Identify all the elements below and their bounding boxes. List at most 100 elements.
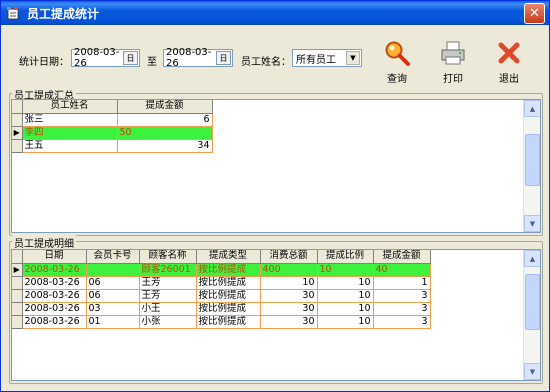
table-cell[interactable]: 2008-03-26 xyxy=(22,302,87,316)
row-selector[interactable] xyxy=(12,315,23,329)
employee-label: 员工姓名： xyxy=(241,57,291,68)
scroll-up-icon[interactable]: ▲ xyxy=(524,100,540,117)
summary-grid[interactable]: 员工姓名 提成金额 张三 6 ▶ 李四 50 王五 34 ▲ ▼ xyxy=(11,99,541,233)
column-header[interactable]: 提成类型 xyxy=(196,250,261,264)
table-row[interactable]: 张三 6 xyxy=(12,113,213,127)
table-cell[interactable]: 10 xyxy=(317,302,374,316)
table-cell[interactable]: 3 xyxy=(373,302,431,316)
red-x-icon xyxy=(498,42,520,64)
row-pointer-icon[interactable]: ▶ xyxy=(12,263,23,277)
table-row[interactable]: ▶ 2008-03-26 顾客26001 按比例提成 400 10 40 xyxy=(12,263,431,277)
table-cell[interactable]: 2008-03-26 xyxy=(22,289,87,303)
dropdown-arrow-icon[interactable]: ▼ xyxy=(346,51,360,65)
table-cell[interactable]: 按比例提成 xyxy=(196,263,261,277)
table-cell[interactable]: 王芳 xyxy=(139,276,197,290)
column-header[interactable]: 提成比例 xyxy=(317,250,374,264)
table-cell[interactable]: 张三 xyxy=(22,113,118,127)
table-cell[interactable]: 40 xyxy=(373,263,431,277)
table-cell[interactable]: 10 xyxy=(260,276,318,290)
row-selector[interactable] xyxy=(12,276,23,290)
row-selector[interactable] xyxy=(12,139,23,153)
row-selector[interactable] xyxy=(12,113,23,127)
table-row[interactable]: ▶ 李四 50 xyxy=(12,126,213,140)
table-cell[interactable]: 2008-03-26 xyxy=(22,276,87,290)
start-date-picker[interactable]: 2008-03-26 日 xyxy=(71,47,140,69)
table-row[interactable]: 2008-03-26 06 王芳 按比例提成 30 10 3 xyxy=(12,289,431,303)
table-cell[interactable]: 按比例提成 xyxy=(196,302,261,316)
scroll-thumb[interactable] xyxy=(525,134,540,186)
scroll-down-icon[interactable]: ▼ xyxy=(524,363,540,380)
table-cell[interactable]: 10 xyxy=(317,276,374,290)
table-row[interactable]: 王五 34 xyxy=(12,139,213,153)
start-date-value: 2008-03-26 xyxy=(74,47,120,69)
column-header[interactable]: 顾客名称 xyxy=(139,250,197,264)
row-header-corner xyxy=(12,250,23,264)
column-header[interactable]: 消费总额 xyxy=(260,250,318,264)
summary-table: 员工姓名 提成金额 张三 6 ▶ 李四 50 王五 34 xyxy=(12,100,213,153)
table-cell[interactable]: 李四 xyxy=(22,126,118,140)
row-pointer-icon[interactable]: ▶ xyxy=(12,126,23,140)
table-row[interactable]: 2008-03-26 06 王芳 按比例提成 10 10 1 xyxy=(12,276,431,290)
table-cell[interactable]: 30 xyxy=(260,289,318,303)
table-cell[interactable]: 10 xyxy=(317,315,374,329)
table-cell[interactable]: 2008-03-26 xyxy=(22,263,87,277)
table-cell[interactable]: 400 xyxy=(260,263,318,277)
column-header[interactable]: 员工姓名 xyxy=(22,100,118,114)
table-cell[interactable]: 按比例提成 xyxy=(196,315,261,329)
summary-header-row: 员工姓名 提成金额 xyxy=(12,100,213,114)
date-label: 统计日期： xyxy=(19,57,69,68)
title-bar[interactable]: 员工提成统计 ✕ xyxy=(1,1,549,25)
table-cell[interactable]: 小王 xyxy=(139,302,197,316)
print-button[interactable]: 打印 xyxy=(433,39,473,85)
table-cell[interactable]: 6 xyxy=(117,113,213,127)
detail-scrollbar[interactable]: ▲ ▼ xyxy=(523,250,540,380)
query-label: 查询 xyxy=(387,74,407,85)
column-header[interactable]: 会员卡号 xyxy=(86,250,140,264)
column-header[interactable]: 提成金额 xyxy=(117,100,213,114)
row-selector[interactable] xyxy=(12,289,23,303)
table-cell[interactable]: 06 xyxy=(86,276,140,290)
window-title: 员工提成统计 xyxy=(27,6,100,21)
employee-select[interactable]: 所有员工 ▼ xyxy=(292,49,362,67)
table-cell[interactable]: 王芳 xyxy=(139,289,197,303)
summary-scrollbar[interactable]: ▲ ▼ xyxy=(523,100,540,232)
detail-grid[interactable]: 日期 会员卡号 顾客名称 提成类型 消费总额 提成比例 提成金额 ▶ 2008-… xyxy=(11,249,541,381)
table-row[interactable]: 2008-03-26 01 小张 按比例提成 30 10 3 xyxy=(12,315,431,329)
end-date-picker[interactable]: 2008-03-26 日 xyxy=(163,47,233,69)
table-cell[interactable]: 3 xyxy=(373,315,431,329)
detail-header-row: 日期 会员卡号 顾客名称 提成类型 消费总额 提成比例 提成金额 xyxy=(12,250,431,264)
row-selector[interactable] xyxy=(12,302,23,316)
table-cell[interactable]: 34 xyxy=(117,139,213,153)
end-date-value: 2008-03-26 xyxy=(166,47,212,69)
table-cell[interactable]: 2008-03-26 xyxy=(22,315,87,329)
calendar-icon[interactable]: 日 xyxy=(216,51,231,65)
query-button[interactable]: 查询 xyxy=(377,39,417,85)
table-cell[interactable]: 06 xyxy=(86,289,140,303)
column-header[interactable]: 日期 xyxy=(22,250,87,264)
table-cell[interactable]: 按比例提成 xyxy=(196,289,261,303)
exit-button[interactable]: 退出 xyxy=(489,39,529,85)
table-cell[interactable]: 10 xyxy=(317,263,374,277)
table-cell[interactable]: 30 xyxy=(260,315,318,329)
scroll-thumb[interactable] xyxy=(525,274,540,330)
close-icon[interactable]: ✕ xyxy=(524,2,545,24)
calendar-icon[interactable]: 日 xyxy=(123,51,138,65)
main-window: 员工提成统计 ✕ 统计日期： 2008-03-26 日 至 2008-03-26… xyxy=(0,0,550,392)
table-cell[interactable]: 10 xyxy=(317,289,374,303)
table-cell[interactable] xyxy=(86,263,140,277)
table-cell[interactable]: 3 xyxy=(373,289,431,303)
table-cell[interactable]: 03 xyxy=(86,302,140,316)
table-cell[interactable]: 1 xyxy=(373,276,431,290)
scroll-up-icon[interactable]: ▲ xyxy=(524,250,540,267)
column-header[interactable]: 提成金额 xyxy=(373,250,431,264)
scroll-down-icon[interactable]: ▼ xyxy=(524,215,540,232)
table-cell[interactable]: 30 xyxy=(260,302,318,316)
table-cell[interactable]: 01 xyxy=(86,315,140,329)
table-cell[interactable]: 顾客26001 xyxy=(139,263,197,277)
table-row[interactable]: 2008-03-26 03 小王 按比例提成 30 10 3 xyxy=(12,302,431,316)
table-cell[interactable]: 小张 xyxy=(139,315,197,329)
printer-icon xyxy=(441,41,465,65)
table-cell[interactable]: 按比例提成 xyxy=(196,276,261,290)
table-cell[interactable]: 王五 xyxy=(22,139,118,153)
table-cell[interactable]: 50 xyxy=(117,126,213,140)
